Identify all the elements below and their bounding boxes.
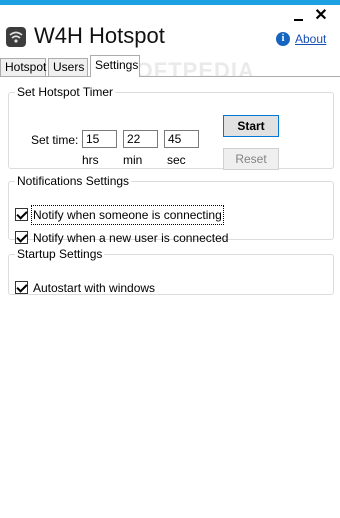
notify-connecting-label: Notify when someone is connecting <box>31 205 224 225</box>
hours-input[interactable]: 15 <box>82 130 117 148</box>
info-icon[interactable]: i <box>276 32 290 46</box>
timer-group-legend: Set Hotspot Timer <box>17 85 114 99</box>
minimize-button[interactable] <box>290 8 308 24</box>
window-accent-bar <box>0 0 340 5</box>
about-link[interactable]: About <box>295 32 326 46</box>
tab-settings[interactable]: Settings <box>90 55 140 77</box>
tab-hotspot[interactable]: Hotspot <box>0 58 46 76</box>
reset-button[interactable]: Reset <box>223 148 279 170</box>
app-logo-icon <box>6 27 26 47</box>
start-button[interactable]: Start <box>223 115 279 137</box>
seconds-label: sec <box>167 153 186 167</box>
hours-label: hrs <box>82 153 99 167</box>
notifications-group: Notifications Settings Notify when someo… <box>8 174 334 245</box>
checkbox-checked-icon <box>15 231 28 244</box>
minimize-icon <box>294 19 303 21</box>
app-title: W4H Hotspot <box>34 23 165 48</box>
timer-group: Set Hotspot Timer Set time: 15 22 45 hrs… <box>8 85 334 170</box>
tab-users[interactable]: Users <box>48 58 88 76</box>
tab-bar: Hotspot Users Settings <box>0 55 340 77</box>
autostart-label: Autostart with windows <box>33 281 156 295</box>
notify-new-user-label: Notify when a new user is connected <box>33 231 229 245</box>
minutes-input[interactable]: 22 <box>123 130 158 148</box>
set-time-label: Set time: <box>31 133 79 147</box>
close-button[interactable]: ✕ <box>312 8 330 24</box>
seconds-input[interactable]: 45 <box>164 130 199 148</box>
startup-group-legend: Startup Settings <box>17 247 103 261</box>
checkbox-checked-icon <box>15 281 28 294</box>
startup-group: Startup Settings Autostart with windows <box>8 247 334 295</box>
minutes-label: min <box>123 153 143 167</box>
close-icon: ✕ <box>314 7 328 24</box>
notifications-group-legend: Notifications Settings <box>17 174 130 188</box>
checkbox-checked-icon <box>15 208 28 221</box>
